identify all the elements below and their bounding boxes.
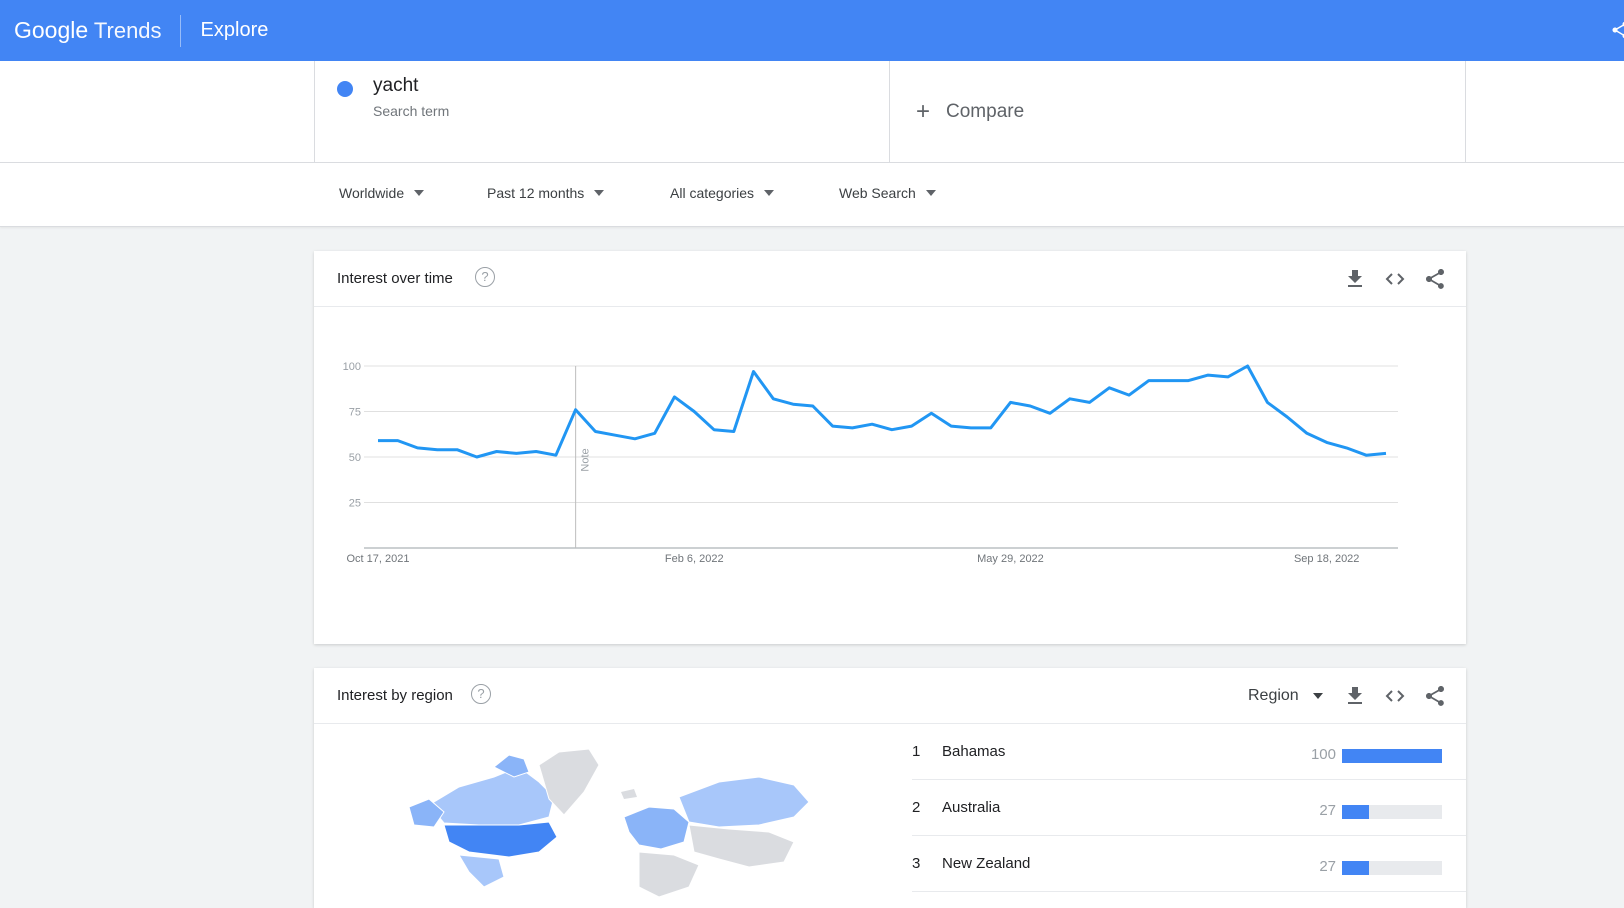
y-tick-label: 25 bbox=[349, 498, 361, 510]
region-name[interactable]: Bahamas bbox=[942, 743, 1005, 760]
term-color-dot bbox=[337, 81, 353, 97]
chevron-down-icon bbox=[594, 190, 605, 196]
region-resolution-label: Region bbox=[1248, 687, 1299, 704]
region-bar-fill bbox=[1342, 805, 1369, 819]
card-header: Interest by region ? Region bbox=[314, 668, 1466, 724]
region-value: 27 bbox=[1319, 802, 1336, 819]
location-filter-label: Worldwide bbox=[339, 185, 405, 201]
y-tick-label: 50 bbox=[349, 452, 361, 464]
x-tick-label: Sep 18, 2022 bbox=[1294, 553, 1359, 565]
search-type-filter-label: Web Search bbox=[839, 185, 916, 201]
share-icon[interactable] bbox=[1423, 684, 1447, 708]
x-tick-label: Oct 17, 2021 bbox=[347, 553, 410, 565]
help-icon[interactable]: ? bbox=[475, 267, 495, 287]
embed-icon[interactable] bbox=[1383, 267, 1407, 291]
card-title: Interest by region bbox=[337, 687, 453, 704]
compare-label: Compare bbox=[946, 100, 1025, 122]
logo-google: Google bbox=[14, 17, 89, 43]
region-row[interactable]: 2 Australia 27 bbox=[912, 780, 1466, 836]
region-value: 27 bbox=[1319, 858, 1336, 875]
caret-down-icon bbox=[1312, 693, 1323, 699]
top-app-bar: Google Trends Explore bbox=[0, 0, 1624, 61]
interest-over-time-chart[interactable]: 100 75 50 25 Note Oct 17, 2021 Feb 6, 2022 May … bbox=[314, 307, 1466, 643]
region-rank: 3 bbox=[912, 855, 921, 872]
logo-trends: Trends bbox=[93, 18, 162, 43]
y-tick-label: 75 bbox=[349, 407, 361, 419]
time-range-filter-label: Past 12 months bbox=[487, 185, 585, 201]
header-divider bbox=[179, 14, 181, 47]
card-header: Interest over time ? bbox=[314, 251, 1466, 307]
download-icon[interactable] bbox=[1343, 267, 1367, 291]
note-marker-label: Note bbox=[580, 448, 592, 471]
search-type-filter[interactable]: Web Search bbox=[839, 185, 936, 201]
share-icon[interactable] bbox=[1610, 20, 1624, 40]
chevron-down-icon bbox=[925, 190, 936, 196]
region-row[interactable]: 3 New Zealand 27 bbox=[912, 836, 1466, 892]
region-value: 100 bbox=[1310, 746, 1336, 763]
download-icon[interactable] bbox=[1343, 684, 1367, 708]
compare-button[interactable]: + Compare bbox=[888, 61, 1466, 162]
region-bar-track bbox=[1342, 861, 1442, 875]
interest-by-region-card: Interest by region ? Region 1 Bahamas 10… bbox=[314, 668, 1466, 908]
chevron-down-icon bbox=[414, 190, 425, 196]
region-bar-fill bbox=[1342, 861, 1369, 875]
card-title: Interest over time bbox=[337, 270, 453, 287]
region-rank: 2 bbox=[912, 799, 921, 816]
world-map[interactable] bbox=[399, 737, 819, 902]
category-filter[interactable]: All categories bbox=[670, 185, 775, 201]
page-title: Explore bbox=[200, 19, 269, 41]
plus-icon: + bbox=[916, 97, 931, 125]
x-tick-label: May 29, 2022 bbox=[977, 553, 1044, 565]
chevron-down-icon bbox=[764, 190, 775, 196]
share-icon[interactable] bbox=[1423, 267, 1447, 291]
region-bar-track bbox=[1342, 749, 1442, 763]
filter-bar: Worldwide Past 12 months All categories … bbox=[0, 163, 1624, 227]
region-resolution-select[interactable]: Region bbox=[1248, 687, 1323, 705]
search-term-name[interactable]: yacht bbox=[373, 75, 418, 97]
category-filter-label: All categories bbox=[670, 185, 755, 201]
embed-icon[interactable] bbox=[1383, 684, 1407, 708]
search-term-card[interactable]: yacht Search term bbox=[314, 61, 890, 162]
time-range-filter[interactable]: Past 12 months bbox=[487, 185, 605, 201]
region-bar-track bbox=[1342, 805, 1442, 819]
search-term-row: yacht Search term + Compare bbox=[0, 61, 1624, 163]
location-filter[interactable]: Worldwide bbox=[339, 185, 425, 201]
x-tick-label: Feb 6, 2022 bbox=[665, 553, 724, 565]
search-term-type: Search term bbox=[373, 103, 450, 119]
y-tick-label: 100 bbox=[343, 361, 361, 373]
region-rank: 1 bbox=[912, 743, 921, 760]
region-name[interactable]: New Zealand bbox=[942, 855, 1030, 872]
region-name[interactable]: Australia bbox=[942, 799, 1000, 816]
interest-over-time-card: Interest over time ? 100 75 50 25 Note Oct 17… bbox=[314, 251, 1466, 644]
region-bar-fill bbox=[1342, 749, 1442, 763]
help-icon[interactable]: ? bbox=[471, 684, 491, 704]
region-row[interactable]: 1 Bahamas 100 bbox=[912, 724, 1466, 780]
google-trends-logo[interactable]: Google Trends bbox=[14, 17, 162, 44]
